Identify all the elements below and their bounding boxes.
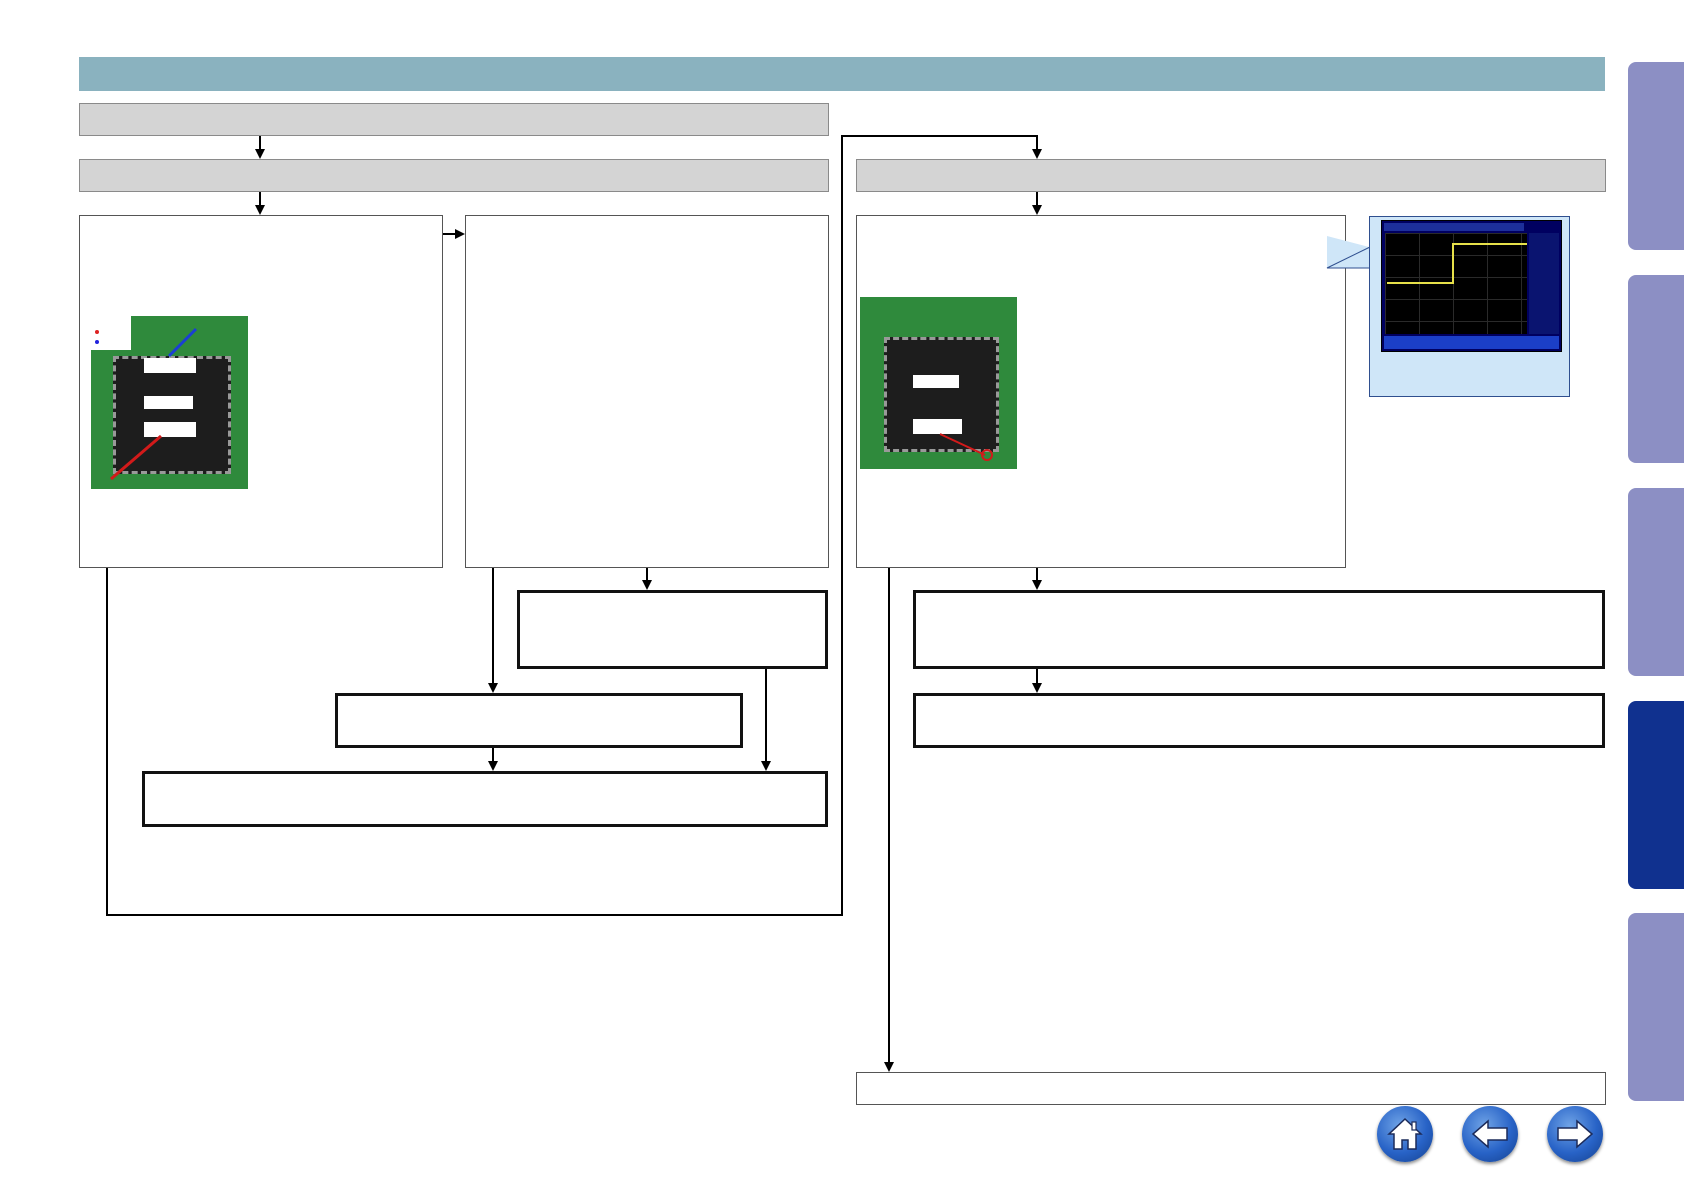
arrow-right-icon [1557, 1119, 1594, 1149]
flow-connectors [106, 135, 1042, 1072]
forward-button[interactable] [1547, 1106, 1603, 1162]
back-button[interactable] [1462, 1106, 1518, 1162]
home-button[interactable] [1377, 1106, 1433, 1162]
arrow-left-icon [1471, 1119, 1508, 1149]
home-icon [1387, 1117, 1423, 1150]
